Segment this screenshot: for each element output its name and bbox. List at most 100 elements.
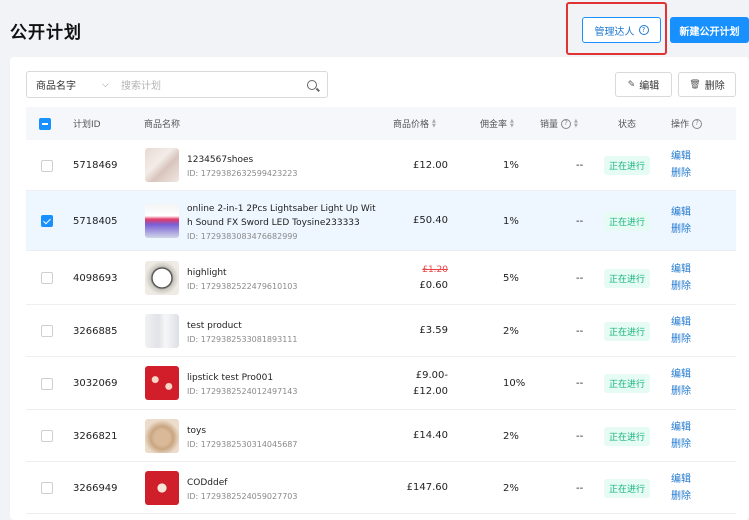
row-delete-link[interactable]: 删除 <box>671 331 691 348</box>
status-badge: 正在进行 <box>604 374 651 393</box>
plan-id: 3266885 <box>73 325 118 337</box>
product-thumbnail <box>145 148 179 182</box>
column-sales[interactable]: 销量 ? ▲ ▼ <box>540 107 578 140</box>
row-checkbox[interactable] <box>41 430 53 442</box>
row-edit-link[interactable]: 编辑 <box>671 419 691 436</box>
row-checkbox[interactable] <box>41 159 53 172</box>
product-price: £3.59 <box>419 325 448 336</box>
help-icon[interactable]: ? <box>638 25 649 35</box>
product-name: online 2-in-1 2Pcs Lightsaber Light Up W… <box>187 203 376 214</box>
commission-rate: 1% <box>503 215 519 227</box>
row-checkbox[interactable] <box>41 377 53 390</box>
manage-influencers-label: 管理达人 <box>594 26 635 38</box>
bulk-delete-button[interactable]: 🗑 删除 <box>678 72 736 97</box>
sort-icon[interactable]: ▲ ▼ <box>432 118 436 129</box>
table-row: 5718469 1234567shoes ID: 172938263259942… <box>26 140 736 191</box>
row-edit-link[interactable]: 编辑 <box>671 366 691 383</box>
sales-count: -- <box>576 325 584 337</box>
product-thumbnail <box>145 314 179 348</box>
column-status: 状态 <box>618 120 637 130</box>
new-public-plan-button[interactable]: 新建公开计划 <box>670 17 749 43</box>
product-price: £9.00- <box>415 369 448 381</box>
commission-rate: 1% <box>503 160 519 171</box>
row-edit-link[interactable]: 编辑 <box>671 204 691 221</box>
select-all-checkbox[interactable] <box>39 117 51 130</box>
column-plan-id: 计划ID <box>73 120 101 130</box>
status-badge: 正在进行 <box>604 321 651 341</box>
commission-rate: 5% <box>503 272 519 284</box>
row-edit-link[interactable]: 编辑 <box>671 471 691 488</box>
table-row: 3266821 toys ID: 1729382530314045687 £14… <box>26 410 736 462</box>
product-name: lipstick test Pro001 <box>187 373 274 383</box>
row-delete-link[interactable]: 删除 <box>671 488 691 505</box>
status-badge: 正在进行 <box>604 156 651 175</box>
row-checkbox[interactable] <box>41 325 53 337</box>
product-name: highlight <box>187 267 227 278</box>
manage-influencers-button[interactable]: 管理达人 ? <box>582 17 661 43</box>
product-id: ID: 1729382524012497143 <box>187 387 298 396</box>
sales-count: -- <box>576 430 584 442</box>
plans-card: 商品名字 ⌵ 搜索计划 ✎ 编辑 🗑 删除 计划ID 商品名称 商品价格 ▲ ▼ … <box>10 57 749 520</box>
original-price: £1.20 <box>422 265 448 275</box>
row-checkbox[interactable] <box>41 482 53 494</box>
plan-id: 3266949 <box>73 482 118 494</box>
trash-icon: 🗑 <box>689 79 701 90</box>
search-input[interactable]: 搜索计划 <box>121 77 307 92</box>
sort-icon[interactable]: ▲ ▼ <box>574 118 578 129</box>
row-checkbox[interactable] <box>41 215 53 227</box>
status-badge: 正在进行 <box>604 478 651 498</box>
product-thumbnail <box>145 261 179 295</box>
chevron-down-icon: ⌵ <box>102 79 109 90</box>
sales-count: -- <box>576 272 584 284</box>
product-price: £50.40 <box>413 215 448 226</box>
row-edit-link[interactable]: 编辑 <box>671 314 691 331</box>
column-commission-label: 佣金率 <box>480 120 508 130</box>
row-delete-link[interactable]: 删除 <box>671 383 691 400</box>
bulk-edit-button[interactable]: ✎ 编辑 <box>615 72 672 97</box>
table-row: 3266885 test product ID: 172938253308189… <box>26 305 736 357</box>
plan-id: 3266821 <box>73 430 118 442</box>
row-edit-link[interactable]: 编辑 <box>671 148 691 165</box>
sort-icon[interactable]: ▲ ▼ <box>510 118 514 129</box>
product-name: test product <box>187 320 242 331</box>
search-icon[interactable] <box>307 79 317 90</box>
help-icon[interactable]: ? <box>692 118 703 129</box>
product-name: 1234567shoes <box>187 155 254 165</box>
row-delete-link[interactable]: 删除 <box>671 278 691 295</box>
product-thumbnail <box>145 471 179 505</box>
bulk-delete-label: 删除 <box>704 81 725 92</box>
product-price: £147.60 <box>406 482 448 493</box>
filter-field-select[interactable]: 商品名字 ⌵ <box>27 77 121 93</box>
column-price[interactable]: 商品价格 ▲ ▼ <box>393 107 436 140</box>
help-icon[interactable]: ? <box>561 118 572 129</box>
search-filter: 商品名字 ⌵ 搜索计划 <box>26 71 328 98</box>
row-delete-link[interactable]: 删除 <box>671 165 691 182</box>
plan-id: 4098693 <box>73 272 118 284</box>
sales-count: -- <box>576 482 584 494</box>
sales-count: -- <box>576 215 584 227</box>
row-edit-link[interactable]: 编辑 <box>671 261 691 278</box>
row-delete-link[interactable]: 删除 <box>671 436 691 453</box>
row-checkbox[interactable] <box>41 272 53 284</box>
column-price-label: 商品价格 <box>393 120 430 130</box>
filter-field-value: 商品名字 <box>36 81 76 92</box>
product-name-line2: h Sound FX Sword LED Toysine233333 <box>187 217 360 228</box>
plan-id: 5718469 <box>73 160 118 171</box>
product-id: ID: 1729382524059027703 <box>187 491 298 501</box>
column-commission[interactable]: 佣金率 ▲ ▼ <box>480 107 514 140</box>
column-actions: 操作 ? <box>671 107 703 140</box>
product-id: ID: 1729382522479610103 <box>187 281 298 291</box>
product-id: ID: 1729382533081893111 <box>187 334 298 344</box>
product-id: ID: 1729382632599423223 <box>187 169 298 178</box>
status-badge: 正在进行 <box>604 268 651 288</box>
status-badge: 正在进行 <box>604 426 651 446</box>
row-delete-link[interactable]: 删除 <box>671 221 691 238</box>
table-row: 4098693 highlight ID: 172938252247961010… <box>26 251 736 305</box>
product-price: £12.00 <box>413 159 448 171</box>
product-name: CODddef <box>187 477 228 488</box>
table-header: 计划ID 商品名称 商品价格 ▲ ▼ 佣金率 ▲ ▼ 销量 ? ▲ ▼ 状态 操作 ? <box>26 107 736 140</box>
column-sales-label: 销量 <box>540 120 559 130</box>
product-name: toys <box>187 425 207 436</box>
table-row: 3266949 CODddef ID: 1729382524059027703 … <box>26 462 736 514</box>
plan-id: 3032069 <box>73 378 118 389</box>
